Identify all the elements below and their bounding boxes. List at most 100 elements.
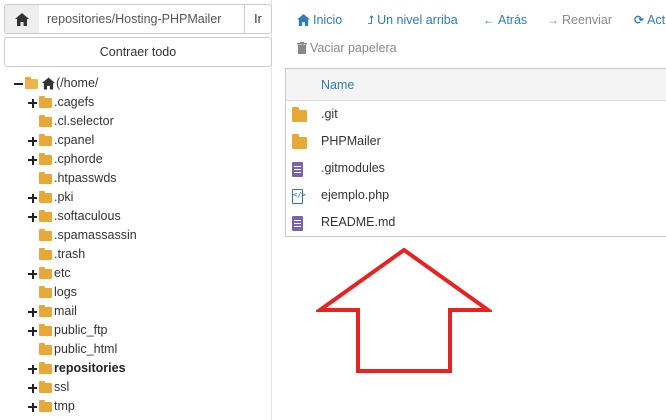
- expand-toggle-icon[interactable]: [28, 264, 38, 283]
- file-name: PHPMailer: [321, 134, 381, 148]
- file-name: ejemplo.php: [321, 188, 390, 202]
- file-row[interactable]: .gitmodules: [286, 155, 666, 182]
- folder-icon: [39, 362, 52, 374]
- tree-item[interactable]: logs: [0, 283, 272, 302]
- tree-item[interactable]: .cphorde: [0, 150, 272, 169]
- text-file-icon: [292, 216, 303, 231]
- tree-item[interactable]: mail: [0, 302, 272, 321]
- tree-item[interactable]: .spamassassin: [0, 226, 272, 245]
- column-header-name[interactable]: Name: [286, 69, 666, 101]
- refresh-icon: ⟳: [634, 13, 645, 27]
- arrow-right-icon: →: [547, 13, 559, 27]
- tree-root[interactable]: (/home/: [0, 74, 272, 93]
- file-name: .gitmodules: [321, 161, 385, 175]
- tree-item-label: .cagefs: [54, 95, 95, 109]
- up-one-level-button[interactable]: ⮥ Un nivel arriba: [367, 12, 458, 28]
- expand-toggle-icon[interactable]: [28, 207, 38, 226]
- folder-icon: [39, 191, 52, 203]
- expand-toggle-icon[interactable]: [28, 302, 38, 321]
- tree-item[interactable]: public_ftp: [0, 321, 272, 340]
- folder-icon: [39, 153, 52, 165]
- folder-icon: [39, 286, 52, 298]
- folder-icon: [39, 248, 52, 260]
- expand-toggle-icon[interactable]: [28, 131, 38, 150]
- tree-item[interactable]: .cpanel: [0, 131, 272, 150]
- path-bar: Ir: [4, 4, 272, 34]
- trash-icon: [297, 42, 307, 54]
- file-row[interactable]: README.md: [286, 209, 666, 236]
- home-button[interactable]: Inicio: [297, 12, 342, 28]
- reload-button[interactable]: ⟳ Act: [634, 12, 665, 28]
- expand-toggle-icon[interactable]: [28, 150, 38, 169]
- tree-item-label: repositories: [54, 361, 126, 375]
- collapse-toggle-icon[interactable]: [14, 74, 24, 93]
- tree-item[interactable]: public_html: [0, 340, 272, 359]
- tree-item[interactable]: .trash: [0, 245, 272, 264]
- tree-item[interactable]: .pki: [0, 188, 272, 207]
- tree-item[interactable]: .softaculous: [0, 207, 272, 226]
- tree-item-label: .cphorde: [54, 152, 103, 166]
- folder-icon: [39, 229, 52, 241]
- collapse-all-button[interactable]: Contraer todo: [4, 37, 272, 67]
- folder-icon: [39, 210, 52, 222]
- tree-item-label: .softaculous: [54, 209, 121, 223]
- arrow-left-icon: ←: [483, 13, 495, 27]
- expand-toggle-icon[interactable]: [28, 359, 38, 378]
- up-one-level-label: Un nivel arriba: [377, 13, 458, 27]
- tree-item[interactable]: .cl.selector: [0, 112, 272, 131]
- path-input[interactable]: [39, 4, 245, 34]
- folder-icon: [39, 381, 52, 393]
- reload-button-label: Act: [647, 13, 666, 27]
- go-button[interactable]: Ir: [244, 4, 272, 34]
- file-rows: .git PHPMailer .gitmodules </> ejemplo.php RE…: [286, 101, 666, 236]
- home-button-label: Inicio: [313, 13, 343, 27]
- forward-button-label: Reenviar: [562, 13, 613, 27]
- home-icon: [42, 77, 55, 90]
- tree-item-label: public_html: [54, 342, 118, 356]
- tree-item-label: logs: [54, 285, 77, 299]
- code-file-icon: </>: [292, 189, 306, 204]
- path-home-button[interactable]: [4, 4, 40, 34]
- back-button[interactable]: ← Atrás: [483, 12, 527, 28]
- tree-item[interactable]: .htpasswds: [0, 169, 272, 188]
- tree-item-label: mail: [54, 304, 77, 318]
- tree-item[interactable]: ssl: [0, 378, 272, 397]
- folder-icon: [292, 134, 307, 149]
- tree-item[interactable]: repositories: [0, 359, 272, 378]
- folder-icon: [39, 343, 52, 355]
- expand-toggle-icon[interactable]: [28, 93, 38, 112]
- level-up-icon: ⮥: [367, 13, 375, 27]
- file-name: .git: [321, 107, 338, 121]
- expand-toggle-icon[interactable]: [28, 378, 38, 397]
- folder-icon: [39, 96, 52, 108]
- expand-toggle-icon[interactable]: [28, 321, 38, 340]
- home-icon: [15, 12, 29, 26]
- forward-button[interactable]: → Reenviar: [547, 12, 612, 28]
- tree-item[interactable]: .cagefs: [0, 93, 272, 112]
- file-row[interactable]: </> ejemplo.php: [286, 182, 666, 209]
- folder-icon: [39, 115, 52, 127]
- folder-tree: (/home/ .cagefs .cl.selector .cpanel .cphor…: [0, 74, 272, 416]
- folder-icon: [39, 267, 52, 279]
- expand-toggle-icon[interactable]: [28, 397, 38, 416]
- tree-item[interactable]: etc: [0, 264, 272, 283]
- folder-icon: [39, 172, 52, 184]
- file-row[interactable]: .git: [286, 101, 666, 128]
- tree-item[interactable]: tmp: [0, 397, 272, 416]
- folder-icon: [39, 305, 52, 317]
- file-row[interactable]: PHPMailer: [286, 128, 666, 155]
- text-file-icon: [292, 162, 303, 177]
- tree-item-label: .pki: [54, 190, 74, 204]
- folder-icon: [292, 107, 307, 122]
- expand-toggle-icon[interactable]: [28, 188, 38, 207]
- tree-item-label: tmp: [54, 399, 75, 413]
- empty-trash-button[interactable]: Vaciar papelera: [297, 40, 397, 56]
- tree-item-label: .cl.selector: [54, 114, 114, 128]
- tree-item-label: ssl: [54, 380, 70, 394]
- folder-open-icon: [25, 77, 38, 89]
- tree-item-label: .cpanel: [54, 133, 95, 147]
- up-arrow-annotation-icon: [316, 248, 492, 373]
- toolbar: Inicio ⮥ Un nivel arriba ← Atrás → Reenv…: [285, 0, 666, 66]
- tree-item-label: etc: [54, 266, 71, 280]
- tree-root-label: (/home/: [56, 76, 99, 90]
